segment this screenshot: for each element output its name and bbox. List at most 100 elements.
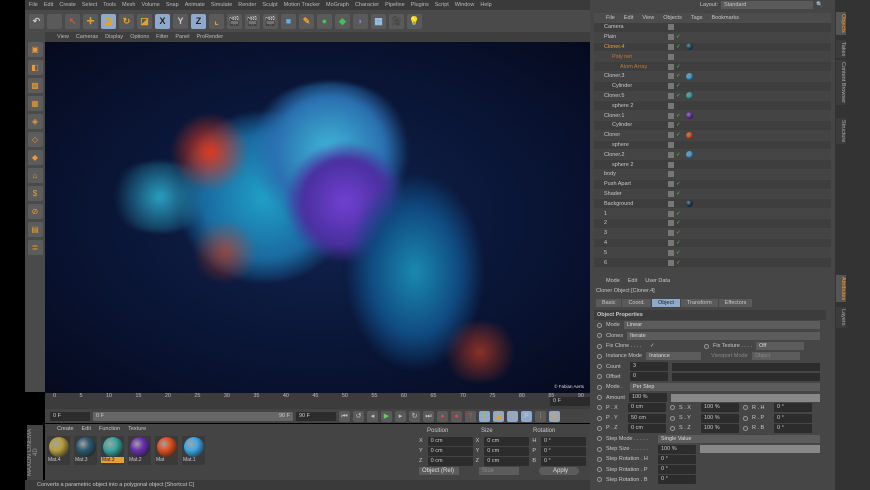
object-row[interactable]: 6 ✓ — [594, 258, 831, 268]
viewport-menu-display[interactable]: Display — [105, 34, 123, 40]
go-to-start-icon[interactable]: ⏮ — [339, 410, 350, 422]
attr-menu-mode[interactable]: Mode — [606, 278, 620, 284]
animate-icon[interactable] — [597, 425, 602, 431]
material-tag[interactable] — [686, 200, 693, 208]
camera-icon[interactable]: 🎥 — [389, 13, 404, 29]
mode-dropdown[interactable]: Linear — [623, 321, 820, 330]
menu-pipeline[interactable]: Pipeline — [385, 2, 405, 8]
object-list[interactable]: Camera Plain ✓ Cloner.4 ✓ Poly net Atom Array ✓… — [594, 23, 831, 268]
workplane-icon[interactable]: ▦ — [27, 96, 43, 111]
go-to-end-icon[interactable]: ⏭ — [423, 410, 434, 422]
apply-button[interactable]: Apply — [539, 467, 579, 475]
material-menu-function[interactable]: Function — [99, 426, 120, 432]
coord-field[interactable]: 0 ° — [540, 456, 587, 466]
object-row[interactable]: Push Apart ✓ — [594, 180, 831, 190]
object-row[interactable]: Background — [594, 199, 831, 210]
object-row[interactable]: Cloner.1 ✓ — [594, 111, 831, 121]
x-axis-button[interactable]: X — [155, 13, 170, 29]
coord-field[interactable]: 0 ° — [540, 446, 587, 456]
param-field[interactable]: 0 ° — [774, 403, 812, 413]
visibility-toggle[interactable] — [668, 102, 674, 109]
tab-effectors[interactable]: Effectors — [718, 299, 753, 307]
objects-menu-tags[interactable]: Tags — [691, 15, 703, 21]
object-row[interactable]: 5 ✓ — [594, 248, 831, 259]
object-row[interactable]: Camera — [594, 23, 831, 33]
move-icon[interactable]: ✛ — [83, 13, 98, 29]
object-row[interactable]: Cloner.2 ✓ — [594, 150, 831, 161]
param-field[interactable]: 100 % — [701, 423, 739, 433]
animate-icon[interactable] — [597, 374, 602, 380]
vtab-objects[interactable]: Objects — [836, 12, 846, 35]
object-row[interactable]: 4 ✓ — [594, 239, 831, 249]
key-scale-icon[interactable]: ◪ — [493, 410, 504, 422]
frame-range-slider[interactable]: 0 F 90 F — [93, 411, 293, 421]
coord-field[interactable]: 0 cm — [427, 436, 473, 446]
play-icon[interactable]: ▶ — [381, 410, 392, 422]
next-key-icon[interactable]: ↻ — [409, 410, 420, 422]
lock-icon[interactable]: ⊘ — [27, 204, 43, 219]
material-swatch[interactable]: Mat.3 — [101, 436, 124, 465]
instance-mode-dropdown[interactable]: Instance — [646, 352, 702, 361]
amount-slider[interactable] — [670, 393, 820, 402]
viewport-mode-dropdown[interactable]: Object — [751, 352, 800, 361]
make-editable-icon[interactable]: ▣ — [27, 42, 43, 57]
key-position-icon[interactable]: ✛ — [479, 410, 490, 422]
tab-transform[interactable]: Transform — [680, 299, 718, 307]
menu-motion-tracker[interactable]: Motion Tracker — [284, 2, 320, 8]
material-tag[interactable] — [686, 43, 693, 51]
offset-field[interactable]: 0 — [630, 372, 668, 382]
attr-menu-edit[interactable]: Edit — [628, 278, 637, 284]
material-tag[interactable] — [686, 151, 693, 159]
material-tag[interactable] — [686, 92, 693, 100]
cube-icon[interactable]: ■ — [281, 13, 296, 29]
objects-menu-objects[interactable]: Objects — [663, 15, 682, 21]
menu-edit[interactable]: Edit — [44, 2, 53, 8]
object-row[interactable]: Cloner ✓ — [594, 130, 831, 141]
enabled-check[interactable]: ✓ — [674, 93, 684, 99]
menu-mograph[interactable]: MoGraph — [326, 2, 349, 8]
offset-slider[interactable] — [672, 372, 820, 381]
vtab-content-browser[interactable]: Content Browser — [836, 60, 846, 105]
menu-create[interactable]: Create — [59, 2, 76, 8]
undo-icon[interactable]: ↶ — [29, 13, 44, 29]
object-row[interactable]: sphere — [594, 141, 831, 151]
tab-object[interactable]: Object — [651, 299, 680, 307]
animate-icon[interactable] — [670, 405, 675, 411]
object-row[interactable]: sphere 2 — [594, 160, 831, 170]
viewport-menu-panel[interactable]: Panel — [175, 34, 189, 40]
object-row[interactable]: Cloner.4 ✓ — [594, 43, 831, 53]
enabled-check[interactable]: ✓ — [674, 64, 684, 70]
recent-tool-icon[interactable]: ◪ — [137, 13, 152, 29]
floor-icon[interactable]: ▦ — [371, 13, 386, 29]
visibility-toggle[interactable] — [668, 171, 674, 178]
coord-field[interactable]: 0 cm — [484, 446, 530, 456]
animate-icon[interactable] — [597, 405, 602, 411]
scale-icon[interactable]: ◪ — [101, 13, 116, 29]
objects-menu-edit[interactable]: Edit — [624, 15, 633, 21]
objects-menu-view[interactable]: View — [642, 15, 654, 21]
enabled-check[interactable]: ✓ — [674, 122, 684, 128]
param-field[interactable]: 50 cm — [628, 413, 666, 423]
end-frame-field[interactable]: 90 F — [296, 411, 336, 421]
menu-animate[interactable]: Animate — [185, 2, 205, 8]
enabled-check[interactable]: ✓ — [674, 230, 684, 236]
animate-icon[interactable] — [597, 456, 602, 462]
timeline-options-icon[interactable]: ▤ — [549, 410, 560, 422]
material-swatch[interactable]: Mat — [155, 436, 178, 465]
next-frame-icon[interactable]: ▸ — [395, 410, 406, 422]
vtab-layers[interactable]: Layers — [836, 307, 846, 328]
layout-dropdown[interactable]: Standard — [721, 1, 814, 9]
object-row[interactable]: sphere 2 — [594, 101, 831, 112]
coord-field[interactable]: 0 cm — [484, 456, 530, 466]
count-field[interactable]: 3 — [630, 362, 668, 372]
animate-icon[interactable] — [597, 436, 602, 442]
step-size-slider[interactable] — [700, 445, 820, 453]
animate-icon[interactable] — [597, 322, 602, 328]
animate-icon[interactable] — [597, 353, 602, 359]
render-settings-icon[interactable]: 🎬 — [263, 13, 278, 29]
enabled-check[interactable]: ✓ — [674, 44, 684, 50]
objects-menu-file[interactable]: File — [606, 15, 615, 21]
menu-volume[interactable]: Volume — [141, 2, 159, 8]
keyframe-selection-icon[interactable]: ? — [465, 410, 476, 422]
timeline[interactable]: 0 5 10 15 20 25 30 35 40 45 50 55 60 65 70 75 80 85 90 — [45, 393, 590, 409]
